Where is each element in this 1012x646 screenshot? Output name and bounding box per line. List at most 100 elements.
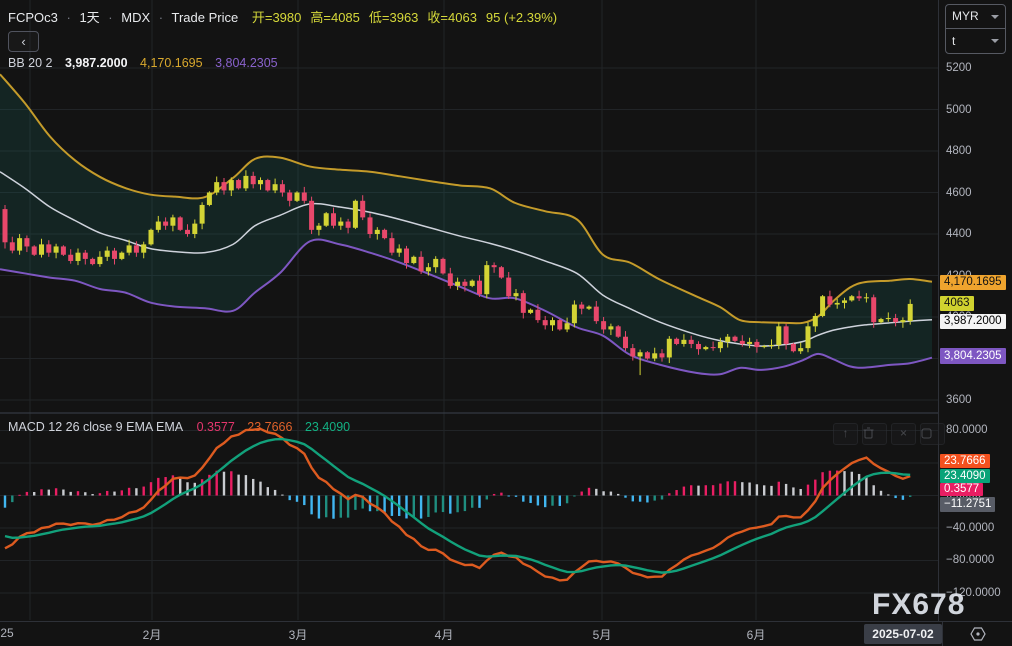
price-axis[interactable]: MYR t 5200500048004600440042004000380036… xyxy=(938,0,1012,646)
unit-value: t xyxy=(952,29,955,53)
macd-histogram-bar xyxy=(391,496,393,516)
unit-dropdown[interactable]: t xyxy=(946,29,1005,53)
macd-histogram-bar xyxy=(318,496,320,519)
macd-histogram-bar xyxy=(800,489,802,496)
macd-histogram-bar xyxy=(325,496,327,518)
macd-histogram-bar xyxy=(500,493,502,496)
macd-histogram-bar xyxy=(62,490,64,496)
macd-histogram-bar xyxy=(734,481,736,495)
macd-histogram-bar xyxy=(785,484,787,496)
high-value: 高=4085 xyxy=(310,10,360,25)
chart-canvas[interactable] xyxy=(0,0,938,621)
macd-histogram-bar xyxy=(143,487,145,496)
symbol-legend[interactable]: FCPOc3 · 1天 · MDX · Trade Price 开=3980高=… xyxy=(8,7,566,26)
macd-histogram-bar xyxy=(281,495,283,496)
macd-histogram-bar xyxy=(807,485,809,496)
macd-histogram-bar xyxy=(595,489,597,496)
macd-tick-label: −80.0000 xyxy=(946,553,994,567)
price-tick-label: 5000 xyxy=(946,103,972,117)
macd-histogram-bar xyxy=(719,484,721,496)
maximize-pane-icon[interactable] xyxy=(920,423,945,445)
macd-histogram-bar xyxy=(223,472,225,496)
separator: · xyxy=(108,10,112,25)
price-tick-label: 4600 xyxy=(946,186,972,200)
price-tick-label: 4400 xyxy=(946,227,972,241)
macd-histogram-bar xyxy=(113,492,115,496)
macd-histogram-bar xyxy=(11,496,13,503)
macd-histogram-bar xyxy=(18,495,20,496)
currency-dropdown[interactable]: MYR xyxy=(946,5,1005,29)
macd-histogram-bar xyxy=(106,491,108,496)
macd-histogram-bar xyxy=(48,490,50,496)
macd-histogram-bar xyxy=(581,492,583,496)
macd-indicator-legend[interactable]: MACD 12 26 close 9 EMA EMA 0.3577 23.766… xyxy=(8,420,350,434)
macd-histogram-bar xyxy=(661,496,663,500)
bb-indicator-legend[interactable]: BB 20 2 3,987.2000 4,170.1695 3,804.2305 xyxy=(8,56,278,70)
axis-settings-icon[interactable] xyxy=(967,623,989,645)
macd-histogram-bar xyxy=(727,481,729,495)
bb-lower-price-label: 3,804.2305 xyxy=(940,348,1006,364)
macd-histogram-bar xyxy=(602,491,604,495)
back-button[interactable]: ‹ xyxy=(8,31,39,52)
macd-histogram-bar xyxy=(84,492,86,495)
macd-histogram-bar xyxy=(486,496,488,500)
macd-histogram-bar xyxy=(456,496,458,513)
macd-histogram-bar xyxy=(245,475,247,495)
macd-histogram-bar xyxy=(91,494,93,495)
macd-histogram-bar xyxy=(40,489,42,495)
axis-corner xyxy=(942,622,1012,646)
ohlc-values: 开=3980高=4085低=3963收=406395 (+2.39%) xyxy=(252,10,566,25)
macd-histogram-bar xyxy=(237,475,239,496)
macd-histogram-bar xyxy=(894,496,896,499)
macd-histogram-bar xyxy=(150,482,152,495)
macd-histogram-bar xyxy=(573,496,575,497)
macd-histogram-bar xyxy=(683,487,685,496)
macd-histogram-bar xyxy=(128,488,130,496)
macd-histogram-bar xyxy=(668,493,670,495)
macd-histogram-bar xyxy=(493,494,495,496)
macd-histogram-bar xyxy=(617,494,619,496)
macd-histogram-bar xyxy=(77,491,79,495)
macd-histogram-bar xyxy=(544,496,546,508)
time-tick-label: 5月 xyxy=(593,626,612,643)
macd-signal-value: 23.4090 xyxy=(305,420,350,434)
macd-histogram-bar xyxy=(135,488,137,495)
separator: · xyxy=(159,10,163,25)
macd-histogram-bar xyxy=(354,496,356,510)
macd-histogram-bar xyxy=(55,488,57,495)
macd-pane xyxy=(4,429,912,580)
time-tick-label: 2月 xyxy=(143,626,162,643)
pane-controls: ↑ × xyxy=(833,423,945,445)
macd-histogram-bar xyxy=(471,496,473,508)
time-tick-label: 4月 xyxy=(435,626,454,643)
macd-histogram-bar xyxy=(529,496,531,504)
time-axis[interactable]: 2025-07-02 252月3月4月5月6月 xyxy=(0,621,1012,646)
bb-lower-value: 3,804.2305 xyxy=(215,56,278,70)
gridlines xyxy=(0,0,938,620)
macd-histogram-bar xyxy=(332,496,334,519)
series-type-label: Trade Price xyxy=(172,10,239,25)
macd-histogram-bar xyxy=(340,496,342,518)
bollinger-bands xyxy=(0,74,932,374)
macd-histogram-bar xyxy=(252,479,254,496)
delete-pane-icon[interactable] xyxy=(862,423,887,445)
macd-histogram-bar xyxy=(610,492,612,496)
macd-histogram-bar xyxy=(274,490,276,496)
last-date-label: 2025-07-02 xyxy=(864,624,942,644)
macd-histogram-bar xyxy=(646,496,648,503)
macd-histogram-bar xyxy=(675,490,677,495)
price-tick-label: 3600 xyxy=(946,393,972,407)
fx678-watermark: FX678 xyxy=(872,588,965,622)
move-pane-up-icon[interactable]: ↑ xyxy=(833,423,858,445)
macd-histogram-bar xyxy=(296,496,298,502)
macd-histogram-bar xyxy=(201,479,203,495)
macd-histogram-bar xyxy=(515,496,517,497)
macd-histogram-bar xyxy=(179,478,181,495)
bb-upper-price-label: 4,170.1695 xyxy=(940,275,1006,290)
close-pane-icon[interactable]: × xyxy=(891,423,916,445)
low-value: 低=3963 xyxy=(369,10,419,25)
symbol-name: FCPOc3 xyxy=(8,10,58,25)
bb-basis-price-label: 3,987.2000 xyxy=(940,314,1006,329)
macd-histogram-bar xyxy=(405,496,407,519)
macd-title: MACD 12 26 close 9 EMA EMA xyxy=(8,420,183,434)
